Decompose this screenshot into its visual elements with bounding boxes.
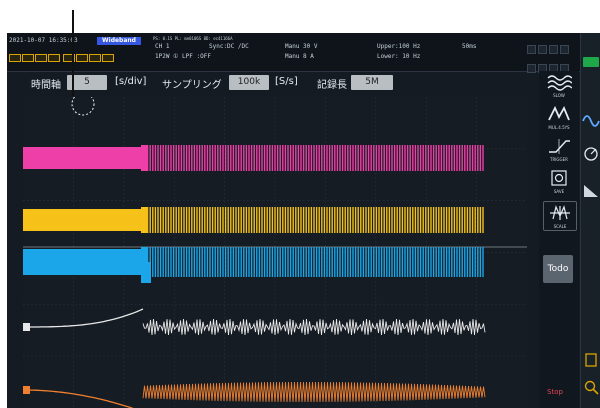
system-button[interactable] xyxy=(582,378,600,396)
magenta-band xyxy=(23,147,145,169)
channel-label: CH 1 xyxy=(155,43,170,50)
multi-sys-label: MUL.4.5YS xyxy=(548,125,570,130)
scale-button[interactable]: SCALE xyxy=(543,201,577,231)
time-div-readout: 50ms xyxy=(462,43,477,50)
acquisition-settings: 時間軸 5 [s/div] サンプリング 100k [S/s] 記録長 5M xyxy=(7,72,537,94)
trigger-button[interactable]: TRIGGER xyxy=(543,135,575,163)
channel-box[interactable] xyxy=(48,54,60,62)
slow-button[interactable]: SLOW xyxy=(543,71,575,99)
harmonics-icon xyxy=(584,185,598,197)
cyan-band xyxy=(23,249,145,275)
wideband-badge[interactable]: Wideband xyxy=(97,37,141,45)
sampling-unit: [S/s] xyxy=(275,76,298,87)
channel-box[interactable] xyxy=(22,54,34,62)
channel-box[interactable] xyxy=(89,54,101,62)
datetime: 2021-10-07 16:35:03 xyxy=(9,37,78,44)
current-range: Manu 8 A xyxy=(285,53,314,60)
harmonics-view-button[interactable] xyxy=(582,181,600,205)
channel-box[interactable] xyxy=(9,54,21,62)
unit-button[interactable] xyxy=(582,351,600,369)
multi-sys-button[interactable]: MUL.4.5YS xyxy=(543,103,575,131)
channel-marker[interactable] xyxy=(23,216,30,224)
channel-marker[interactable] xyxy=(23,154,30,162)
save-button[interactable]: SAVE xyxy=(543,167,575,195)
sine-wave-icon xyxy=(582,115,600,127)
stop-status: Stop xyxy=(547,388,563,396)
wave-lightning-icon xyxy=(548,105,570,121)
save-icon xyxy=(551,170,567,186)
upper-freq: Upper:100 Hz xyxy=(377,43,421,50)
function-sidebar: SLOW MUL.4.5YS TRIGGER SAVE SCALE Todo S… xyxy=(539,71,579,408)
scale-label: SCALE xyxy=(553,224,567,229)
time-axis-label: 時間軸 xyxy=(31,80,61,91)
right-panel xyxy=(580,33,600,408)
slow-label: SLOW xyxy=(553,93,565,98)
sampling-label: サンプリング xyxy=(162,80,222,91)
trigger-label: TRIGGER xyxy=(550,157,568,162)
status-bar: 2021-10-07 16:35:03 Wideband PS: 0.1S PL… xyxy=(7,33,600,73)
oscilloscope-screen: 2021-10-07 16:35:03 Wideband PS: 0.1S PL… xyxy=(7,33,600,408)
channel-marker[interactable] xyxy=(23,258,30,266)
trigger-icon xyxy=(549,139,570,154)
channel-marker[interactable] xyxy=(23,386,30,394)
channel-box[interactable] xyxy=(102,54,114,62)
record-length-input[interactable]: 5M xyxy=(351,75,393,90)
wave-slow-icon xyxy=(547,75,572,91)
save-label: SAVE xyxy=(553,189,565,194)
voltage-range: Manu 30 V xyxy=(285,43,318,50)
callout-pointer-line xyxy=(72,10,74,96)
channel-indicators xyxy=(9,47,115,66)
mode-label: 1P2W ① LPF :OFF xyxy=(155,53,211,60)
channel-marker[interactable] xyxy=(23,323,30,331)
vector-view-button[interactable] xyxy=(582,145,600,169)
sampling-input[interactable]: 100k xyxy=(229,75,269,90)
yellow-edge xyxy=(141,207,147,233)
vector-icon xyxy=(584,147,598,161)
waveform-plot xyxy=(23,97,527,408)
sync-label: Sync:DC /DC xyxy=(209,43,249,50)
channel-box[interactable] xyxy=(76,54,88,62)
ustp-tab[interactable] xyxy=(583,57,599,67)
unit-icon xyxy=(585,353,597,367)
channel-box[interactable] xyxy=(35,54,47,62)
record-length-label: 記録長 xyxy=(317,80,347,91)
yellow-band xyxy=(23,209,145,231)
todo-button[interactable]: Todo xyxy=(543,255,573,283)
magenta-edge xyxy=(141,145,147,171)
lower-freq: Lower: 10 Hz xyxy=(377,53,421,60)
scale-icon xyxy=(550,205,570,220)
wave-view-button[interactable] xyxy=(582,111,600,135)
time-axis-unit: [s/div] xyxy=(115,76,147,87)
cyan-drop xyxy=(141,262,151,283)
status-info: PS: 0.1S PL: me0106S 8D: ec41166A xyxy=(153,36,233,41)
magnifier-icon xyxy=(584,380,599,395)
